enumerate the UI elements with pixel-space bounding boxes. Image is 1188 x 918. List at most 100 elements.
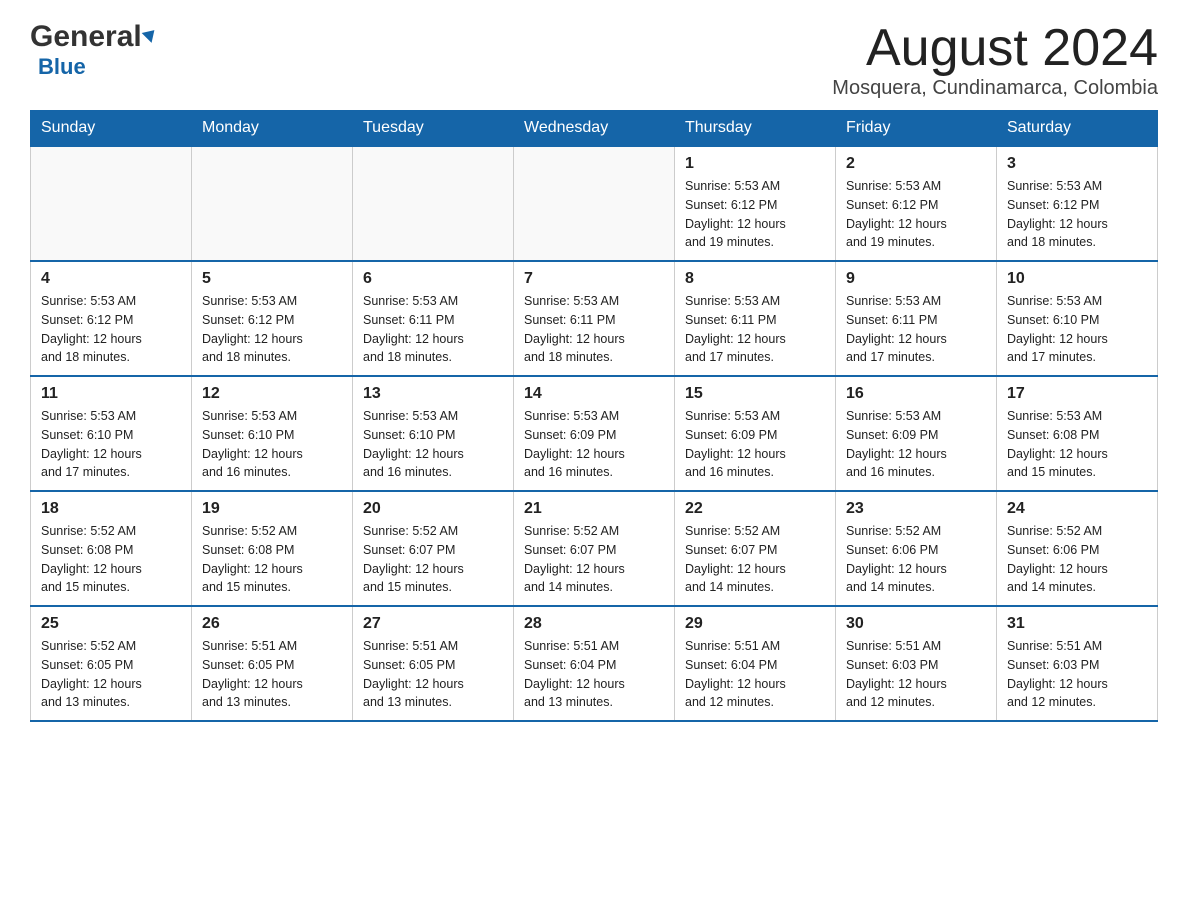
day-info: Sunrise: 5:52 AM Sunset: 6:08 PM Dayligh… [202, 522, 342, 597]
day-info: Sunrise: 5:53 AM Sunset: 6:11 PM Dayligh… [685, 292, 825, 367]
day-of-week-header: Monday [192, 111, 353, 147]
calendar-day-cell: 14 Sunrise: 5:53 AM Sunset: 6:09 PM Dayli… [514, 376, 675, 491]
day-number: 4 [41, 270, 181, 288]
day-info: Sunrise: 5:53 AM Sunset: 6:11 PM Dayligh… [363, 292, 503, 367]
day-number: 31 [1007, 615, 1147, 633]
day-info: Sunrise: 5:53 AM Sunset: 6:11 PM Dayligh… [524, 292, 664, 367]
calendar-day-cell: 28 Sunrise: 5:51 AM Sunset: 6:04 PM Dayli… [514, 606, 675, 721]
day-number: 29 [685, 615, 825, 633]
day-info: Sunrise: 5:53 AM Sunset: 6:12 PM Dayligh… [685, 177, 825, 252]
day-info: Sunrise: 5:53 AM Sunset: 6:10 PM Dayligh… [41, 407, 181, 482]
day-info: Sunrise: 5:53 AM Sunset: 6:09 PM Dayligh… [524, 407, 664, 482]
day-number: 7 [524, 270, 664, 288]
day-info: Sunrise: 5:52 AM Sunset: 6:06 PM Dayligh… [1007, 522, 1147, 597]
calendar-day-cell: 21 Sunrise: 5:52 AM Sunset: 6:07 PM Dayli… [514, 491, 675, 606]
calendar-day-cell: 11Sunrise: 5:53 AM Sunset: 6:10 PM Dayli… [31, 376, 192, 491]
calendar-day-cell [192, 146, 353, 261]
day-info: Sunrise: 5:52 AM Sunset: 6:07 PM Dayligh… [524, 522, 664, 597]
day-number: 21 [524, 500, 664, 518]
day-info: Sunrise: 5:53 AM Sunset: 6:09 PM Dayligh… [685, 407, 825, 482]
day-number: 12 [202, 385, 342, 403]
day-info: Sunrise: 5:53 AM Sunset: 6:10 PM Dayligh… [363, 407, 503, 482]
location-subtitle: Mosquera, Cundinamarca, Colombia [832, 77, 1158, 100]
day-number: 30 [846, 615, 986, 633]
day-info: Sunrise: 5:51 AM Sunset: 6:03 PM Dayligh… [846, 637, 986, 712]
day-of-week-header: Wednesday [514, 111, 675, 147]
calendar-day-cell: 3 Sunrise: 5:53 AM Sunset: 6:12 PM Daylig… [997, 146, 1158, 261]
calendar-day-cell: 2Sunrise: 5:53 AM Sunset: 6:12 PM Daylig… [836, 146, 997, 261]
calendar-day-cell [353, 146, 514, 261]
day-info: Sunrise: 5:53 AM Sunset: 6:12 PM Dayligh… [41, 292, 181, 367]
calendar-day-cell: 30 Sunrise: 5:51 AM Sunset: 6:03 PM Dayli… [836, 606, 997, 721]
calendar-day-cell: 23 Sunrise: 5:52 AM Sunset: 6:06 PM Dayli… [836, 491, 997, 606]
calendar-week-row: 25 Sunrise: 5:52 AM Sunset: 6:05 PM Dayli… [31, 606, 1158, 721]
day-number: 5 [202, 270, 342, 288]
calendar-day-cell: 25 Sunrise: 5:52 AM Sunset: 6:05 PM Dayli… [31, 606, 192, 721]
day-number: 24 [1007, 500, 1147, 518]
day-number: 18 [41, 500, 181, 518]
day-info: Sunrise: 5:52 AM Sunset: 6:05 PM Dayligh… [41, 637, 181, 712]
day-number: 10 [1007, 270, 1147, 288]
calendar-day-cell: 4 Sunrise: 5:53 AM Sunset: 6:12 PM Daylig… [31, 261, 192, 376]
calendar-day-cell: 13 Sunrise: 5:53 AM Sunset: 6:10 PM Dayli… [353, 376, 514, 491]
logo-general-text: General [30, 20, 142, 54]
day-number: 23 [846, 500, 986, 518]
calendar-week-row: 1 Sunrise: 5:53 AM Sunset: 6:12 PM Daylig… [31, 146, 1158, 261]
calendar-day-cell: 5Sunrise: 5:53 AM Sunset: 6:12 PM Daylig… [192, 261, 353, 376]
month-title: August 2024 [832, 20, 1158, 77]
day-number: 8 [685, 270, 825, 288]
day-number: 19 [202, 500, 342, 518]
day-info: Sunrise: 5:53 AM Sunset: 6:10 PM Dayligh… [202, 407, 342, 482]
day-info: Sunrise: 5:52 AM Sunset: 6:08 PM Dayligh… [41, 522, 181, 597]
logo-arrow-icon [141, 25, 159, 43]
day-info: Sunrise: 5:51 AM Sunset: 6:04 PM Dayligh… [524, 637, 664, 712]
day-info: Sunrise: 5:53 AM Sunset: 6:12 PM Dayligh… [1007, 177, 1147, 252]
page-header: General Blue August 2024 Mosquera, Cundi… [30, 20, 1158, 100]
calendar-day-cell: 22Sunrise: 5:52 AM Sunset: 6:07 PM Dayli… [675, 491, 836, 606]
day-of-week-header: Friday [836, 111, 997, 147]
day-number: 3 [1007, 155, 1147, 173]
calendar-header-row: SundayMondayTuesdayWednesdayThursdayFrid… [31, 111, 1158, 147]
calendar-table: SundayMondayTuesdayWednesdayThursdayFrid… [30, 110, 1158, 722]
logo-blue-text: Blue [34, 54, 86, 79]
calendar-day-cell: 29 Sunrise: 5:51 AM Sunset: 6:04 PM Dayli… [675, 606, 836, 721]
calendar-day-cell: 26 Sunrise: 5:51 AM Sunset: 6:05 PM Dayli… [192, 606, 353, 721]
calendar-day-cell: 9 Sunrise: 5:53 AM Sunset: 6:11 PM Daylig… [836, 261, 997, 376]
day-info: Sunrise: 5:51 AM Sunset: 6:05 PM Dayligh… [363, 637, 503, 712]
day-info: Sunrise: 5:53 AM Sunset: 6:09 PM Dayligh… [846, 407, 986, 482]
calendar-day-cell: 27Sunrise: 5:51 AM Sunset: 6:05 PM Dayli… [353, 606, 514, 721]
calendar-day-cell: 6 Sunrise: 5:53 AM Sunset: 6:11 PM Daylig… [353, 261, 514, 376]
calendar-day-cell: 24 Sunrise: 5:52 AM Sunset: 6:06 PM Dayli… [997, 491, 1158, 606]
day-number: 1 [685, 155, 825, 173]
day-number: 26 [202, 615, 342, 633]
day-of-week-header: Tuesday [353, 111, 514, 147]
day-info: Sunrise: 5:51 AM Sunset: 6:05 PM Dayligh… [202, 637, 342, 712]
day-number: 6 [363, 270, 503, 288]
calendar-week-row: 4 Sunrise: 5:53 AM Sunset: 6:12 PM Daylig… [31, 261, 1158, 376]
day-info: Sunrise: 5:53 AM Sunset: 6:11 PM Dayligh… [846, 292, 986, 367]
day-info: Sunrise: 5:52 AM Sunset: 6:07 PM Dayligh… [363, 522, 503, 597]
calendar-day-cell: 18 Sunrise: 5:52 AM Sunset: 6:08 PM Dayli… [31, 491, 192, 606]
day-number: 2 [846, 155, 986, 173]
day-number: 9 [846, 270, 986, 288]
calendar-day-cell: 12 Sunrise: 5:53 AM Sunset: 6:10 PM Dayli… [192, 376, 353, 491]
calendar-day-cell: 8 Sunrise: 5:53 AM Sunset: 6:11 PM Daylig… [675, 261, 836, 376]
day-number: 28 [524, 615, 664, 633]
calendar-day-cell [31, 146, 192, 261]
calendar-day-cell: 17Sunrise: 5:53 AM Sunset: 6:08 PM Dayli… [997, 376, 1158, 491]
calendar-day-cell: 16 Sunrise: 5:53 AM Sunset: 6:09 PM Dayli… [836, 376, 997, 491]
day-number: 16 [846, 385, 986, 403]
logo: General Blue [30, 20, 156, 80]
calendar-day-cell [514, 146, 675, 261]
day-number: 22 [685, 500, 825, 518]
calendar-week-row: 18 Sunrise: 5:52 AM Sunset: 6:08 PM Dayli… [31, 491, 1158, 606]
calendar-day-cell: 10Sunrise: 5:53 AM Sunset: 6:10 PM Dayli… [997, 261, 1158, 376]
day-number: 14 [524, 385, 664, 403]
day-number: 25 [41, 615, 181, 633]
calendar-day-cell: 20Sunrise: 5:52 AM Sunset: 6:07 PM Dayli… [353, 491, 514, 606]
day-of-week-header: Saturday [997, 111, 1158, 147]
day-number: 13 [363, 385, 503, 403]
day-info: Sunrise: 5:51 AM Sunset: 6:04 PM Dayligh… [685, 637, 825, 712]
day-number: 15 [685, 385, 825, 403]
day-info: Sunrise: 5:52 AM Sunset: 6:06 PM Dayligh… [846, 522, 986, 597]
